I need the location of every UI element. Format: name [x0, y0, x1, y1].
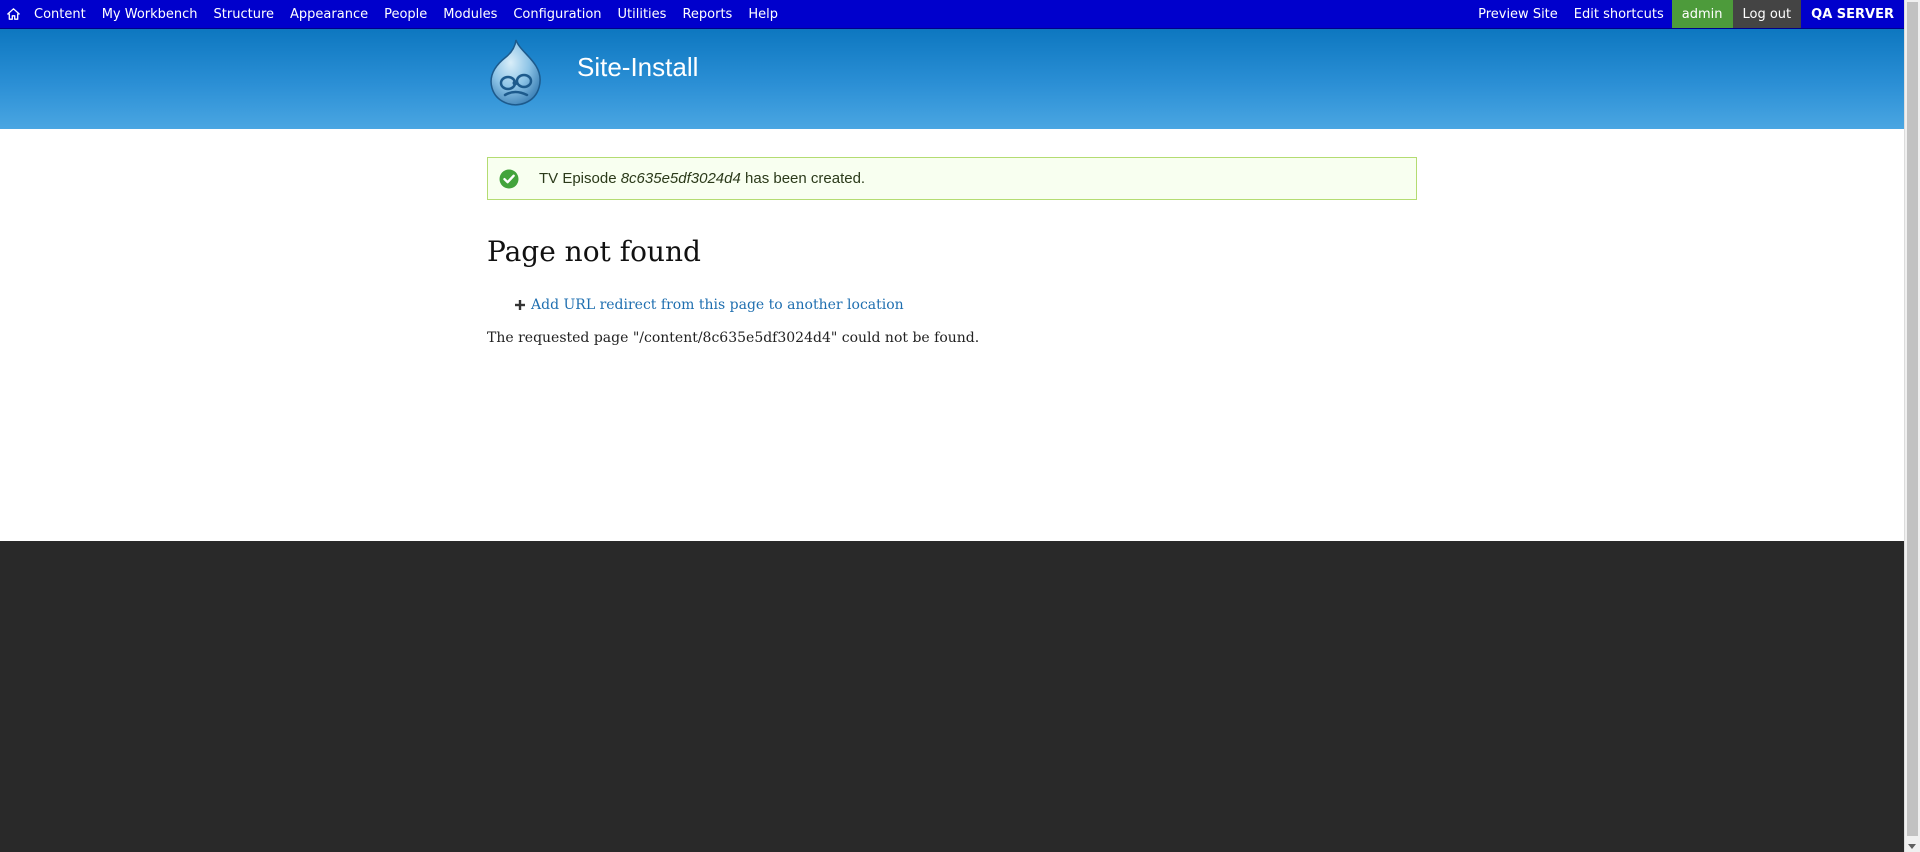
status-text: TV Episode 8c635e5df3024d4 has been crea… [539, 170, 865, 187]
menu-my-workbench[interactable]: My Workbench [94, 0, 206, 28]
user-account-link[interactable]: admin [1671, 0, 1733, 28]
site-name[interactable]: Site-Install [577, 52, 698, 83]
check-circle-icon [499, 169, 519, 188]
menu-appearance[interactable]: Appearance [282, 0, 376, 28]
menu-configuration[interactable]: Configuration [505, 0, 609, 28]
status-prefix: TV Episode [539, 170, 617, 187]
vertical-scrollbar[interactable] [1904, 0, 1920, 852]
scrollbar-thumb[interactable] [1907, 2, 1918, 836]
add-redirect-label[interactable]: Add URL redirect from this page to anoth… [531, 297, 904, 313]
page-footer [0, 541, 1904, 852]
status-suffix: has been created. [745, 170, 866, 187]
logout-link[interactable]: Log out [1732, 0, 1802, 28]
server-label: QA SERVER [1811, 6, 1894, 22]
add-redirect-link[interactable]: Add URL redirect from this page to anoth… [515, 297, 904, 313]
menu-content[interactable]: Content [26, 0, 94, 28]
toolbar-right: Preview Site Edit shortcuts admin Log ou… [1470, 0, 1904, 28]
preview-site-link[interactable]: Preview Site [1470, 0, 1566, 28]
page-title: Page not found [487, 235, 701, 268]
toolbar-left: Content My Workbench Structure Appearanc… [0, 0, 786, 28]
scroll-down-arrow-icon[interactable] [1908, 844, 1916, 849]
status-message: TV Episode 8c635e5df3024d4 has been crea… [487, 157, 1417, 200]
home-link[interactable] [0, 0, 26, 28]
admin-toolbar: Content My Workbench Structure Appearanc… [0, 0, 1904, 29]
site-header: Site-Install [0, 29, 1904, 129]
edit-shortcuts-link[interactable]: Edit shortcuts [1566, 0, 1672, 28]
menu-people[interactable]: People [376, 0, 435, 28]
menu-utilities[interactable]: Utilities [610, 0, 675, 28]
node-title: 8c635e5df3024d4 [620, 170, 741, 187]
menu-structure[interactable]: Structure [206, 0, 282, 28]
menu-help[interactable]: Help [740, 0, 786, 28]
menu-modules[interactable]: Modules [435, 0, 505, 28]
home-icon [7, 8, 20, 20]
plus-icon [515, 300, 525, 310]
menu-reports[interactable]: Reports [674, 0, 740, 28]
not-found-message: The requested page "/content/8c635e5df30… [487, 330, 980, 346]
drupal-logo-icon[interactable] [486, 37, 546, 107]
